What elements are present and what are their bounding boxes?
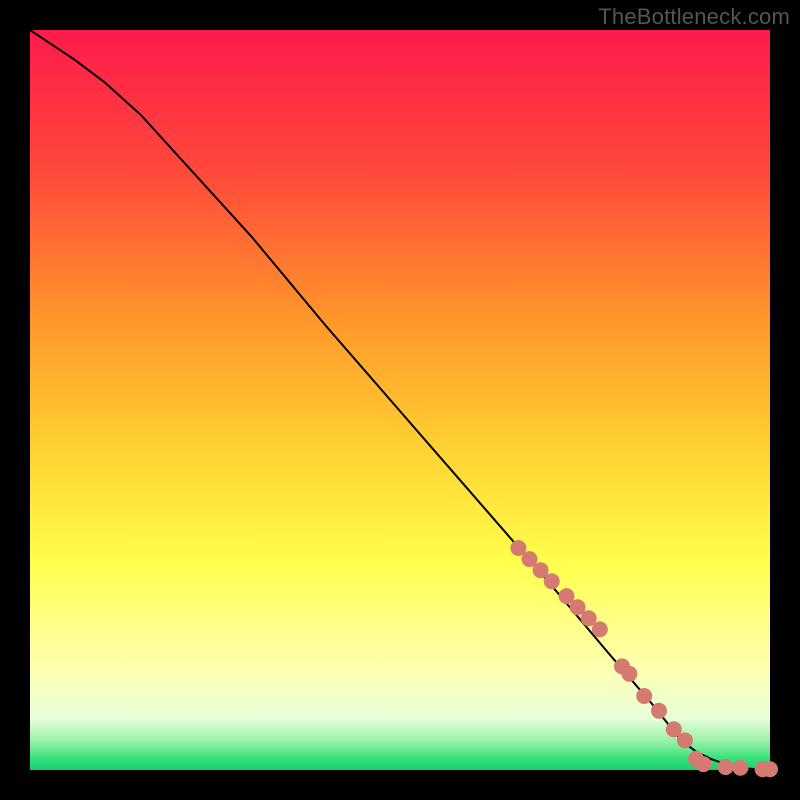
- data-marker: [651, 703, 667, 719]
- data-marker: [636, 688, 652, 704]
- data-marker: [718, 759, 734, 775]
- data-marker: [732, 760, 748, 776]
- data-marker: [677, 732, 693, 748]
- watermark-text: TheBottleneck.com: [598, 4, 790, 30]
- data-marker: [762, 761, 778, 777]
- data-marker: [695, 756, 711, 772]
- chart-frame: TheBottleneck.com: [0, 0, 800, 800]
- curve-line: [30, 30, 770, 770]
- chart-svg: [30, 30, 770, 770]
- plot-area: [30, 30, 770, 770]
- data-marker: [621, 666, 637, 682]
- data-marker: [592, 621, 608, 637]
- data-marker: [544, 573, 560, 589]
